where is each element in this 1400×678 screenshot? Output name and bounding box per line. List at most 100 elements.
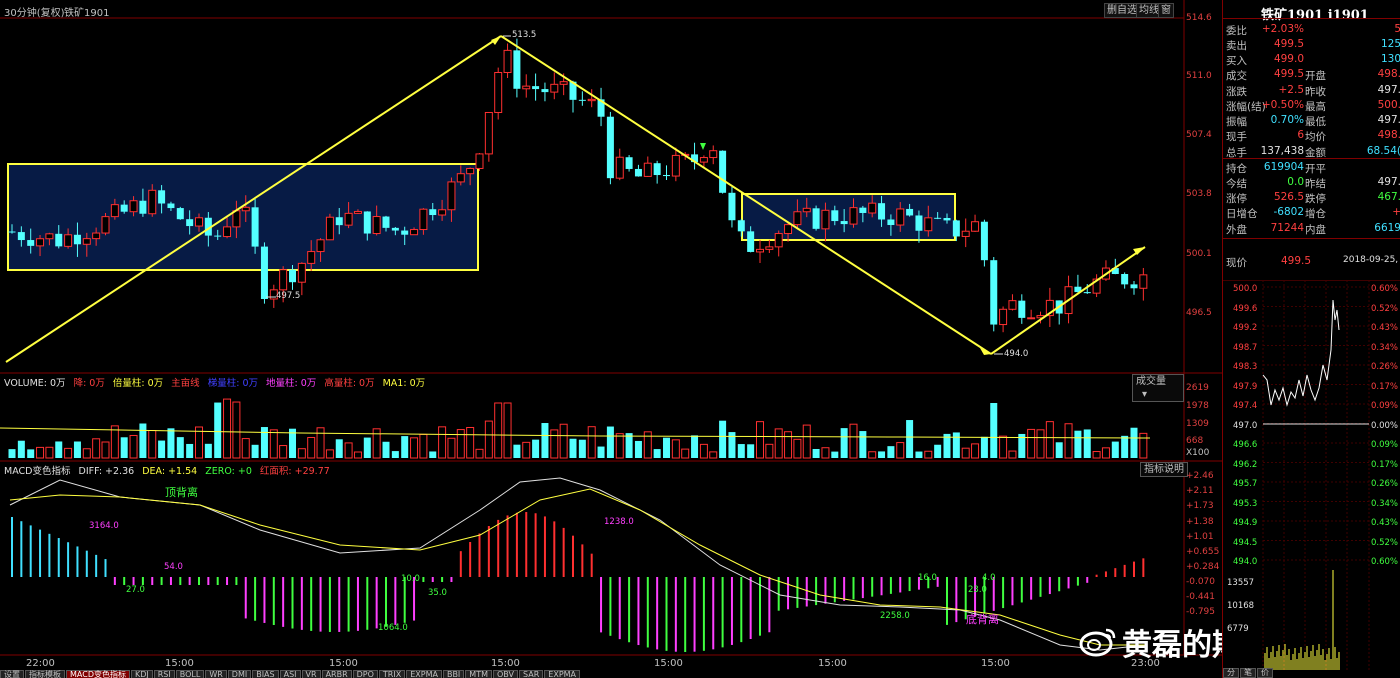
macd-tick: -0.795 (1186, 607, 1216, 617)
current-date: 2018-09-25, (1343, 255, 1399, 265)
macd-bar (85, 550, 88, 577)
volume-bar (297, 448, 306, 459)
candle (541, 82, 549, 102)
macd-bar (871, 577, 874, 597)
tab-arbr[interactable]: ARBR (321, 670, 352, 678)
tab-wr[interactable]: WR (205, 670, 227, 678)
kline-svg[interactable] (0, 0, 1222, 678)
volume-bar (625, 433, 633, 458)
volume-bar (878, 451, 886, 458)
macd-tick: +0.284 (1186, 562, 1220, 572)
tab-template[interactable]: 指标模板 (25, 670, 65, 678)
tab-macd[interactable]: MACD变色指标 (66, 670, 130, 678)
tab-minute[interactable]: 分 (1223, 668, 1239, 678)
tab-bbi[interactable]: BBI (442, 670, 465, 678)
macd-bar (123, 577, 126, 585)
volume-bar (8, 449, 16, 458)
tab-boll[interactable]: BOLL (175, 670, 205, 678)
macd-bar (272, 577, 275, 626)
period-label[interactable]: 30分钟(复权) (4, 4, 65, 19)
vol-item: 地量柱: 0万 (266, 378, 317, 389)
volume-bar (410, 437, 419, 459)
tab-mtm[interactable]: MTM (465, 670, 492, 678)
volume-layer (0, 398, 1151, 459)
quote-label: 今结 (1226, 178, 1247, 190)
indicator-help-button[interactable]: 指标说明 (1140, 462, 1188, 477)
volume-bar (325, 449, 334, 459)
mini-price-tick: 497.0 (1233, 420, 1258, 431)
volume-bar (1111, 441, 1119, 458)
price-tick: 503.8 (1186, 189, 1212, 199)
volume-bar (747, 444, 755, 458)
tab-dpo[interactable]: DPO (352, 670, 378, 678)
tab-ticks[interactable]: 笔 (1240, 668, 1256, 678)
macd-bar (1095, 574, 1098, 577)
tab-expma-2[interactable]: EXPMA (544, 670, 581, 678)
time-tick: 22:00 (26, 658, 55, 669)
quote-label: 涨停 (1226, 193, 1247, 205)
intraday-mini-chart[interactable] (1223, 280, 1400, 670)
kline-chart-area[interactable]: 30分钟(复权) 铁矿1901 删自选 均线 窗 514.6 511.0 507… (0, 0, 1332, 678)
quote-row: 今结 0.0 昨结 497. (1223, 176, 1400, 191)
volume-bar (831, 451, 839, 458)
tab-obv[interactable]: OBV (493, 670, 519, 678)
macd-bar (702, 577, 705, 651)
volume-bar (578, 439, 586, 458)
tab-rsi[interactable]: RSI (153, 670, 175, 678)
quote-value-2: 497. (1377, 176, 1400, 188)
tab-dmi[interactable]: DMI (227, 670, 252, 678)
tab-trix[interactable]: TRIX (378, 670, 406, 678)
vol-tick: 1309 (1186, 419, 1209, 429)
candle (260, 242, 268, 304)
tab-price[interactable]: 价 (1257, 668, 1273, 678)
quote-value-2: 125 (1380, 38, 1400, 50)
macd-bar (674, 577, 677, 652)
macd-bar (1067, 577, 1070, 589)
candle (597, 87, 605, 127)
volume-bar (92, 438, 101, 459)
volume-bar (606, 426, 614, 458)
window-button[interactable]: 窗 (1158, 3, 1174, 18)
volume-bar (709, 451, 718, 459)
quote-label: 振幅 (1226, 116, 1247, 128)
quote-label-2: 开盘 (1305, 70, 1326, 82)
volume-bar (139, 423, 147, 458)
price-tick: 514.6 (1186, 13, 1212, 23)
quote-separator (1223, 18, 1400, 19)
quote-label: 现手 (1226, 131, 1247, 143)
quote-value: +2.03% (1261, 23, 1304, 35)
quote-value: 71244 (1270, 222, 1304, 234)
macd-bar (76, 546, 79, 577)
tab-sar[interactable]: SAR (519, 670, 544, 678)
quote-label: 成交 (1226, 70, 1247, 82)
macd-area-label: 1064.0 (378, 623, 408, 633)
mini-pct-tick: 0.52% (1371, 303, 1399, 314)
volume-bar (737, 444, 745, 458)
volume-bar (774, 428, 783, 459)
volume-bar (382, 441, 390, 458)
tab-settings[interactable]: 设置 (0, 670, 24, 678)
candle (176, 206, 184, 220)
macd-tick: +1.38 (1186, 517, 1214, 527)
macd-bar (11, 517, 13, 577)
volume-bar (1139, 432, 1148, 459)
vol-unit: X100 (1186, 448, 1210, 458)
volume-bar (27, 449, 35, 458)
volume-bar (353, 451, 362, 459)
tab-asi[interactable]: ASI (279, 670, 301, 678)
quote-value: 499.5 (1273, 68, 1304, 80)
macd-bar (104, 559, 107, 577)
tab-vr[interactable]: VR (301, 670, 321, 678)
macd-bar (936, 577, 939, 587)
macd-item[interactable]: MACD变色指标 (4, 466, 70, 477)
tab-bias[interactable]: BIAS (252, 670, 279, 678)
remove-favorite-button[interactable]: 删自选 (1104, 3, 1140, 18)
tab-expma[interactable]: EXPMA (406, 670, 442, 678)
volume-bar (821, 447, 830, 459)
tab-kdj[interactable]: KDJ (130, 670, 153, 678)
macd-bar (1076, 577, 1079, 586)
macd-tick: +2.11 (1186, 486, 1214, 496)
volume-dropdown[interactable]: 成交量 ▾ (1132, 374, 1184, 402)
volume-bar (251, 444, 259, 458)
macd-bar (459, 551, 462, 577)
